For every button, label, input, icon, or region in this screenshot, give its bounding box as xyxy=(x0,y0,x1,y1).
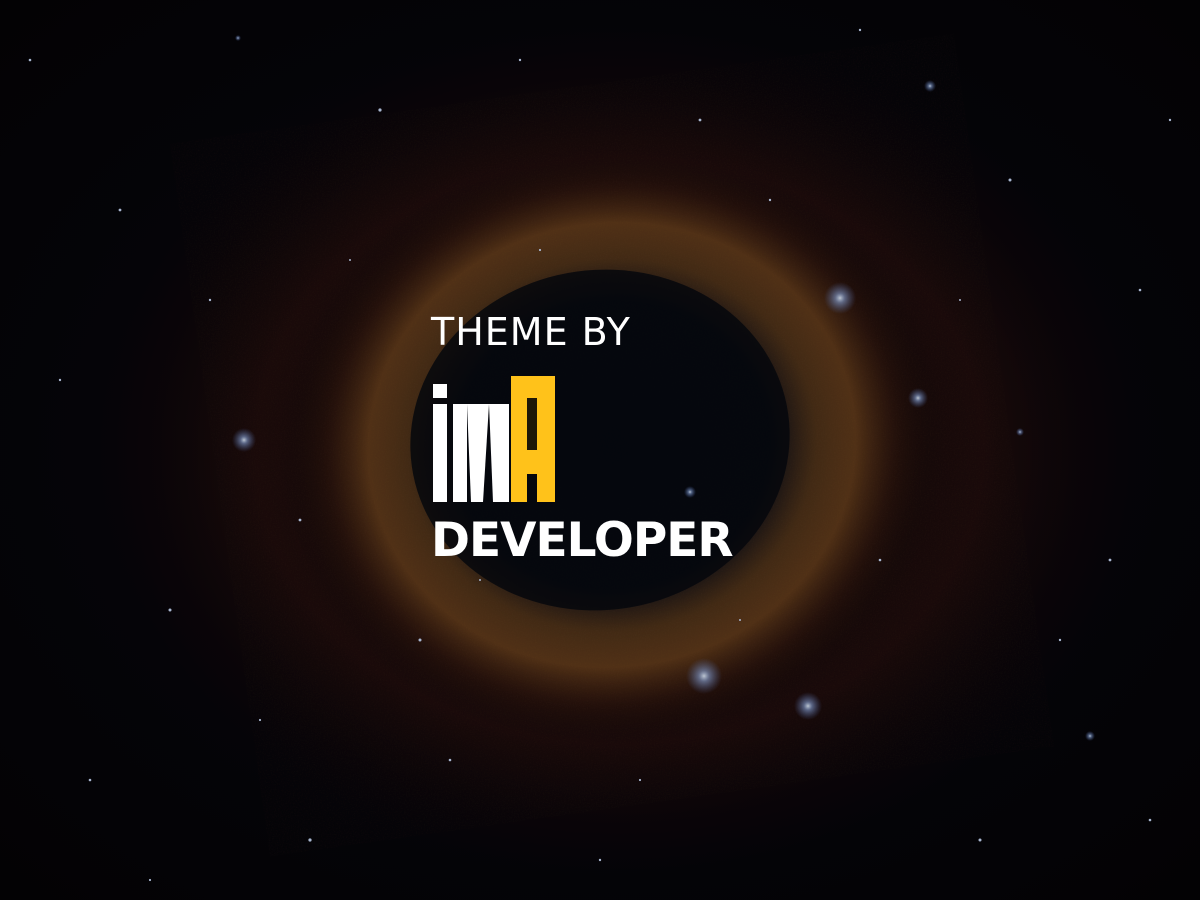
theme-by-label: THEME BY xyxy=(431,310,631,354)
splash-screen: THEME BY DEVELOPER xyxy=(0,0,1200,900)
ima-logo-mark xyxy=(433,376,555,502)
brand-block: THEME BY DEVELOPER xyxy=(431,310,771,570)
developer-wordmark: DEVELOPER xyxy=(431,513,734,568)
